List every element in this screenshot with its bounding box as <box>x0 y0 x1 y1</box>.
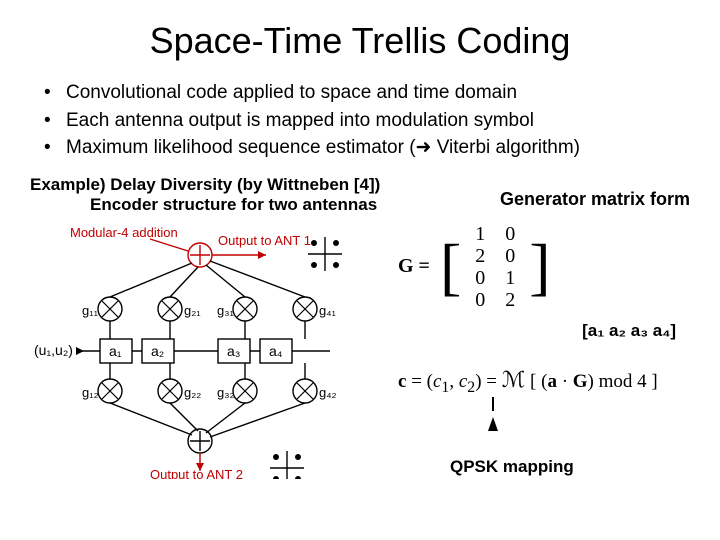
encoder-diagram: Modular-4 addition Output to ANT 1 <box>30 219 390 484</box>
g-bot-3: g₃₂ <box>217 385 235 400</box>
multiplier-row-bottom <box>98 379 317 403</box>
generator-matrix-label: Generator matrix form <box>500 189 690 210</box>
encoder-svg: Modular-4 addition Output to ANT 1 <box>30 219 390 479</box>
a3-box: a₃ <box>227 343 241 359</box>
qpsk-mapping-label: QPSK mapping <box>450 457 688 477</box>
bracket-right: ] <box>529 240 550 294</box>
g-top-3: g₃₁ <box>217 303 235 318</box>
matrix-lhs: G = <box>398 255 430 278</box>
matrix-table: 10 20 01 02 <box>465 223 525 311</box>
example-line2: Encoder structure for two antennas <box>30 195 380 215</box>
output-top-label: Output to ANT 1 <box>218 233 311 248</box>
codeword-formula: c = (c1, c2) = ℳ [ (a · G) mod 4 ] <box>398 367 688 397</box>
a2-box: a₂ <box>151 343 164 359</box>
bullet-item: Each antenna output is mapped into modul… <box>40 108 690 134</box>
g-top-2: g₂₁ <box>184 303 201 318</box>
output-bot-label: Output to ANT 2 <box>150 467 243 479</box>
arrow-shaft <box>492 397 494 411</box>
example-heading: Example) Delay Diversity (by Wittneben [… <box>30 175 380 215</box>
g-bot-1: g₁₂ <box>82 385 99 400</box>
example-line1: Example) Delay Diversity (by Wittneben [… <box>30 175 380 195</box>
generator-matrix: G = [ 10 20 01 02 ] <box>398 223 688 311</box>
bullet-item: Convolutional code applied to space and … <box>40 80 690 106</box>
bullet-item: Maximum likelihood sequence estimator (➜… <box>40 135 690 161</box>
bullet-list: Convolutional code applied to space and … <box>40 80 690 161</box>
a4-box: a₄ <box>269 343 283 359</box>
a1-box: a₁ <box>109 343 122 359</box>
input-label: (u₁,u₂) <box>34 342 73 358</box>
g-top-4: g₄₁ <box>319 303 337 318</box>
mod4-label: Modular-4 addition <box>70 225 178 240</box>
qpsk-constellation-bottom <box>270 451 304 479</box>
arrow-up-icon <box>488 417 498 431</box>
multiplier-row-top <box>98 297 317 321</box>
page-title: Space-Time Trellis Coding <box>30 20 690 62</box>
g-top-1: g₁₁ <box>82 303 99 318</box>
g-bot-2: g₂₂ <box>184 385 201 400</box>
a-vector: [a₁ a₂ a₃ a₄] <box>398 321 688 341</box>
qpsk-constellation-top <box>308 237 342 271</box>
g-bot-4: g₄₂ <box>319 385 337 400</box>
bracket-left: [ <box>440 240 461 294</box>
